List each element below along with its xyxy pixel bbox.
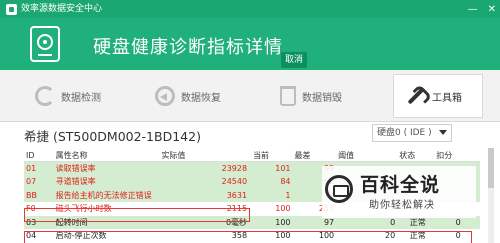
cancel-button[interactable]: 取消 [281, 52, 308, 68]
recover-icon [155, 86, 175, 106]
table-header-row: ID 属性名称 实际值 当前 最差 阈值 状态 扣分 [24, 150, 480, 162]
cell-current: 84 [253, 175, 295, 189]
title-bar: 效率源数据安全中心 — ✕ [0, 0, 500, 18]
tab-bar: 数据检测 数据恢复 数据销毁 工具箱 [0, 70, 500, 122]
header-banner: 硬盘健康诊断指标详情 取消 [0, 18, 500, 70]
tab-label: 数据检测 [61, 92, 101, 104]
watermark-logo-icon [325, 175, 353, 203]
column-header-raw[interactable]: 实际值 [161, 150, 254, 162]
watermark-overlay: 百科全说 助你轻松解决 [322, 166, 476, 218]
tab-label: 数据恢复 [181, 92, 221, 104]
column-header-threshold[interactable]: 阈值 [338, 150, 400, 162]
cell-current: 100 [253, 202, 295, 216]
tab-data-destroy[interactable]: 数据销毁 [280, 84, 342, 108]
tab-data-recover[interactable]: 数据恢复 [155, 84, 221, 108]
cell-id: 01 [24, 161, 56, 175]
highlight-annotation-box [24, 231, 472, 243]
close-icon[interactable]: ✕ [488, 4, 496, 15]
cell-raw: 24540 [161, 175, 254, 189]
column-header-worst[interactable]: 最差 [294, 150, 339, 162]
highlight-annotation-box [24, 208, 250, 222]
table-scrollbar[interactable] [488, 148, 494, 243]
column-header-score[interactable]: 扣分 [436, 150, 480, 162]
window-title: 效率源数据安全中心 [21, 4, 103, 14]
tab-label: 工具箱 [432, 92, 462, 104]
cell-id: BB [24, 188, 56, 202]
window-controls: — ✕ [468, 0, 496, 18]
watermark-title: 百科全说 [360, 174, 441, 196]
trash-icon [280, 86, 296, 106]
cell-current: 101 [253, 161, 295, 175]
tab-label: 数据销毁 [302, 92, 342, 104]
wrench-icon [402, 82, 430, 110]
column-header-current[interactable]: 当前 [253, 150, 295, 162]
cell-name: 读取错误率 [55, 161, 162, 175]
scrollbar-thumb[interactable] [488, 148, 494, 188]
column-header-id[interactable]: ID [24, 150, 56, 162]
tab-data-detect[interactable]: 数据检测 [35, 84, 101, 108]
app-logo-icon [6, 3, 17, 15]
minimize-icon[interactable]: — [468, 4, 478, 15]
tab-toolbox[interactable]: 工具箱 [393, 74, 483, 118]
cell-name: 报告给主机的无法修正错误 [55, 188, 162, 202]
drive-model-label: 希捷 (ST500DM002-1BD142) [24, 129, 201, 144]
detect-icon [35, 86, 55, 106]
drive-selector-value: 硬盘0 ( IDE ) [377, 128, 432, 138]
cell-raw: 23928 [161, 161, 254, 175]
cell-current: 100 [253, 215, 295, 229]
cell-current: 1 [253, 188, 295, 202]
cell-id: 07 [24, 175, 56, 189]
column-header-name[interactable]: 属性名称 [55, 150, 162, 162]
watermark-subtitle: 助你轻松解决 [369, 200, 435, 211]
cell-name: 寻道错误率 [55, 175, 162, 189]
page-title: 硬盘健康诊断指标详情 [93, 37, 283, 58]
cell-raw: 3631 [161, 188, 254, 202]
hard-disk-icon [30, 26, 60, 62]
column-header-status[interactable]: 状态 [399, 150, 437, 162]
drive-selector[interactable]: 硬盘0 ( IDE ) [372, 124, 452, 142]
chevron-down-icon [439, 130, 447, 135]
